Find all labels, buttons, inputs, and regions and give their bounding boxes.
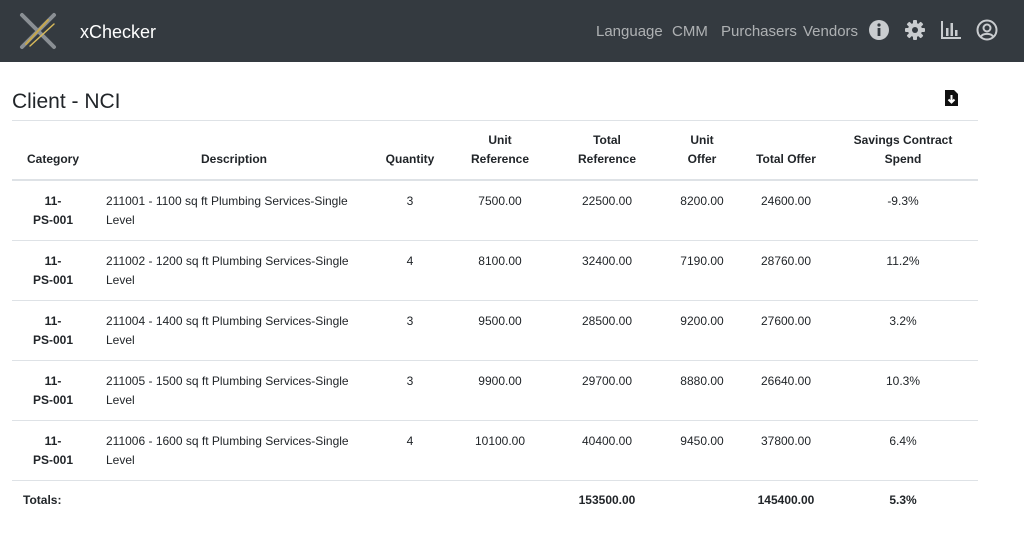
row-category-line2: PS-001 bbox=[32, 453, 74, 467]
row-category-line1: 11- bbox=[44, 254, 62, 268]
row-unit-offer: 8880.00 bbox=[680, 374, 724, 388]
row-savings: 10.3% bbox=[885, 374, 921, 388]
row-total-offer: 27600.00 bbox=[760, 314, 812, 328]
row-savings: 11.2% bbox=[886, 254, 920, 268]
row-unit-reference: 8100.00 bbox=[478, 254, 522, 268]
row-category-line2: PS-001 bbox=[32, 273, 74, 287]
row-description-line2: Level bbox=[106, 453, 135, 467]
row-total-reference: 32400.00 bbox=[581, 254, 633, 268]
header-description[interactable]: Description bbox=[104, 150, 364, 169]
row-quantity: 4 bbox=[406, 254, 414, 268]
totals-savings: 5.3% bbox=[889, 493, 917, 507]
row-unit-reference: 9500.00 bbox=[478, 314, 522, 328]
row-unit-offer: 7190.00 bbox=[680, 254, 724, 268]
top-navbar: xChecker Language CMM Purchasers Vendors bbox=[0, 0, 1024, 62]
row-unit-reference: 9900.00 bbox=[478, 374, 522, 388]
header-total-reference-line2[interactable]: Reference bbox=[562, 150, 652, 169]
row-category-line2: PS-001 bbox=[32, 213, 74, 227]
page-title: Client - NCI bbox=[12, 90, 121, 113]
settings-gear-icon[interactable] bbox=[904, 19, 926, 41]
row-unit-reference: 10100.00 bbox=[474, 434, 526, 448]
header-category[interactable]: Category bbox=[14, 150, 92, 169]
row-description-line1: 211004 - 1400 sq ft Plumbing Services-Si… bbox=[106, 314, 349, 328]
nav-link-cmm[interactable]: CMM bbox=[672, 23, 708, 40]
row-total-reference: 40400.00 bbox=[581, 434, 633, 448]
header-total-reference-line1[interactable]: Total bbox=[562, 131, 652, 150]
row-quantity: 3 bbox=[406, 194, 414, 208]
row-total-reference: 28500.00 bbox=[581, 314, 633, 328]
nav-link-vendors[interactable]: Vendors bbox=[803, 23, 858, 40]
row-description-line1: 211006 - 1600 sq ft Plumbing Services-Si… bbox=[106, 434, 349, 448]
row-divider bbox=[12, 420, 978, 421]
header-savings-line1[interactable]: Savings Contract bbox=[838, 131, 968, 150]
row-total-offer: 24600.00 bbox=[760, 194, 812, 208]
row-savings: 6.4% bbox=[889, 434, 917, 448]
header-unit-reference-line2[interactable]: Reference bbox=[456, 150, 544, 169]
row-category-line2: PS-001 bbox=[32, 393, 74, 407]
row-category-line2: PS-001 bbox=[32, 333, 74, 347]
row-category-line1: 11- bbox=[44, 374, 62, 388]
row-quantity: 4 bbox=[406, 434, 414, 448]
row-category-line1: 11- bbox=[44, 194, 62, 208]
header-bottom-border bbox=[12, 179, 978, 181]
row-total-reference: 29700.00 bbox=[581, 374, 633, 388]
row-divider bbox=[12, 360, 978, 361]
row-description-line1: 211005 - 1500 sq ft Plumbing Services-Si… bbox=[106, 374, 349, 388]
row-divider bbox=[12, 240, 978, 241]
row-unit-offer: 9200.00 bbox=[680, 314, 724, 328]
row-total-offer: 28760.00 bbox=[760, 254, 812, 268]
totals-label: Totals: bbox=[23, 493, 62, 507]
nav-link-purchasers[interactable]: Purchasers bbox=[721, 23, 797, 40]
row-category-line1: 11- bbox=[44, 434, 62, 448]
file-download-icon[interactable] bbox=[944, 89, 959, 107]
row-description-line1: 211002 - 1200 sq ft Plumbing Services-Si… bbox=[106, 254, 349, 268]
user-account-icon[interactable] bbox=[976, 19, 998, 41]
header-quantity[interactable]: Quantity bbox=[374, 150, 446, 169]
row-quantity: 3 bbox=[406, 314, 414, 328]
row-savings: -9.3% bbox=[887, 194, 919, 208]
row-unit-offer: 8200.00 bbox=[680, 194, 724, 208]
header-unit-offer-line1[interactable]: Unit bbox=[668, 131, 736, 150]
header-unit-offer-line2[interactable]: Offer bbox=[668, 150, 736, 169]
header-savings-line2[interactable]: Spend bbox=[838, 150, 968, 169]
table-top-border bbox=[12, 120, 978, 121]
row-divider bbox=[12, 300, 978, 301]
nav-link-language[interactable]: Language bbox=[596, 23, 663, 40]
row-savings: 3.2% bbox=[889, 314, 917, 328]
row-description-line2: Level bbox=[106, 273, 135, 287]
row-total-offer: 26640.00 bbox=[760, 374, 812, 388]
header-unit-reference-line1[interactable]: Unit bbox=[456, 131, 544, 150]
row-description-line2: Level bbox=[106, 393, 135, 407]
row-divider bbox=[12, 480, 978, 481]
row-description-line2: Level bbox=[106, 213, 135, 227]
row-description-line2: Level bbox=[106, 333, 135, 347]
row-total-offer: 37800.00 bbox=[760, 434, 812, 448]
row-unit-reference: 7500.00 bbox=[478, 194, 522, 208]
brand-name[interactable]: xChecker bbox=[80, 22, 156, 43]
totals-total-offer: 145400.00 bbox=[757, 493, 815, 507]
row-total-reference: 22500.00 bbox=[581, 194, 633, 208]
row-quantity: 3 bbox=[406, 374, 414, 388]
xchecker-logo[interactable] bbox=[16, 10, 60, 52]
header-total-offer[interactable]: Total Offer bbox=[744, 150, 828, 169]
row-unit-offer: 9450.00 bbox=[680, 434, 724, 448]
totals-total-reference: 153500.00 bbox=[578, 493, 636, 507]
row-category-line1: 11- bbox=[44, 314, 62, 328]
row-description-line1: 211001 - 1100 sq ft Plumbing Services-Si… bbox=[106, 194, 348, 208]
info-icon[interactable] bbox=[868, 19, 890, 41]
bar-chart-icon[interactable] bbox=[940, 19, 962, 41]
